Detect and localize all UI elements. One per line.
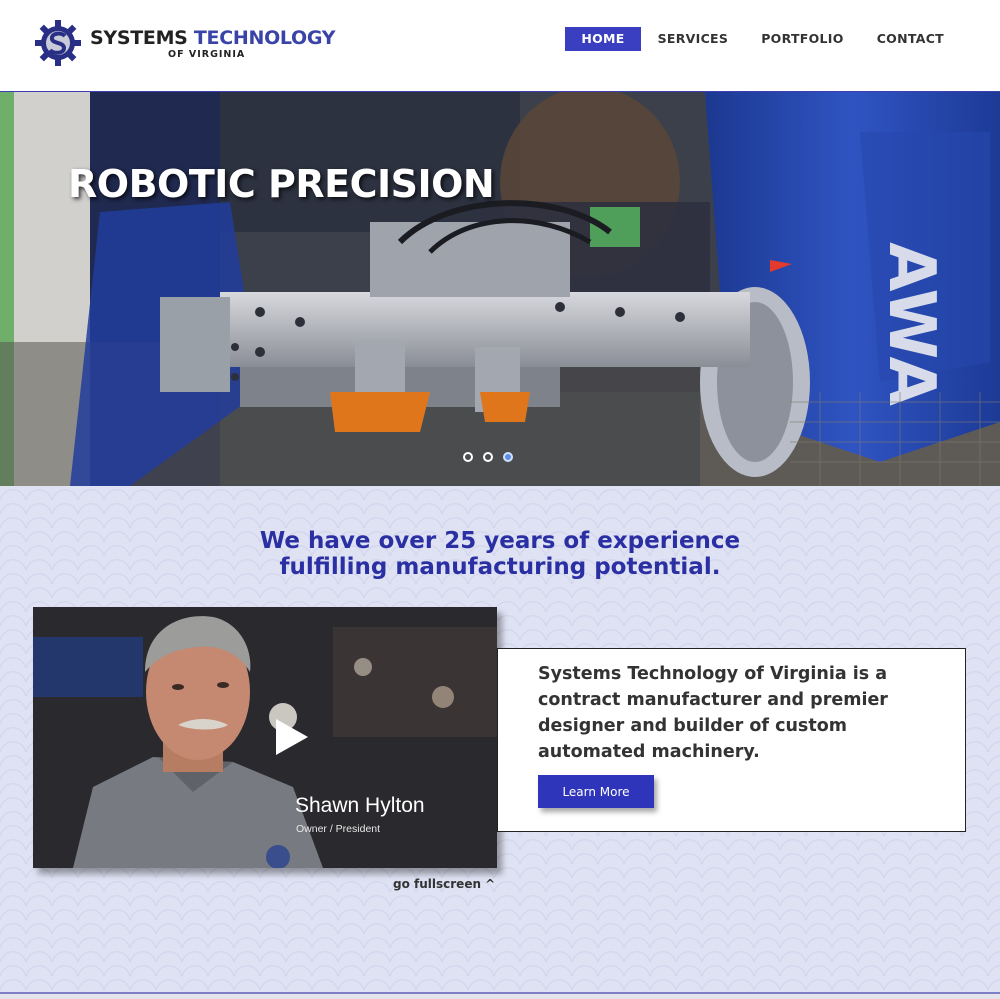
intro-section: We have over 25 years of experience fulf… bbox=[0, 486, 1000, 992]
brand-tagline: OF VIRGINIA bbox=[168, 49, 246, 60]
fullscreen-link[interactable]: go fullscreen ^ bbox=[393, 877, 495, 891]
brand-name-part2: TECHNOLOGY bbox=[193, 27, 336, 49]
slider-dot-3[interactable] bbox=[503, 452, 513, 462]
intro-headline-line2: fulfilling manufacturing potential. bbox=[279, 554, 721, 580]
intro-headline-line1: We have over 25 years of experience bbox=[259, 528, 741, 554]
video-person-role: Owner / President bbox=[296, 823, 381, 835]
slider-dot-1[interactable] bbox=[463, 452, 473, 462]
about-box: Systems Technology of Virginia is a cont… bbox=[497, 648, 966, 832]
nav-services[interactable]: SERVICES bbox=[642, 27, 745, 51]
hero-slider: AWA ROBOTIC PRECISION bbox=[0, 92, 1000, 486]
main-nav: HOME SERVICES PORTFOLIO CONTACT bbox=[564, 27, 960, 51]
slider-dot-2[interactable] bbox=[483, 452, 493, 462]
hero-title: ROBOTIC PRECISION bbox=[68, 162, 495, 206]
nav-portfolio[interactable]: PORTFOLIO bbox=[745, 27, 860, 51]
robot-arm-lettering: AWA bbox=[874, 242, 948, 406]
footer-strip bbox=[0, 994, 1000, 999]
brand-name-part1: SYSTEMS bbox=[90, 27, 188, 49]
video-thumbnail bbox=[33, 607, 497, 868]
nav-home[interactable]: HOME bbox=[565, 27, 641, 51]
intro-headline: We have over 25 years of experience fulf… bbox=[0, 528, 1000, 580]
gear-logo-icon bbox=[35, 20, 81, 66]
video-player[interactable]: Shawn Hylton Owner / President bbox=[33, 607, 497, 868]
nav-contact[interactable]: CONTACT bbox=[861, 27, 960, 51]
play-icon[interactable] bbox=[276, 719, 308, 755]
site-header: SYSTEMS TECHNOLOGY OF VIRGINIA HOME SERV… bbox=[0, 0, 1000, 92]
brand-name: SYSTEMS TECHNOLOGY bbox=[90, 27, 336, 49]
hero-image: AWA bbox=[0, 92, 1000, 486]
about-text: Systems Technology of Virginia is a cont… bbox=[538, 664, 888, 762]
learn-more-button[interactable]: Learn More bbox=[538, 775, 654, 808]
video-person-name: Shawn Hylton bbox=[295, 794, 425, 817]
logo[interactable]: SYSTEMS TECHNOLOGY OF VIRGINIA bbox=[35, 20, 336, 68]
slider-dots bbox=[463, 452, 523, 462]
